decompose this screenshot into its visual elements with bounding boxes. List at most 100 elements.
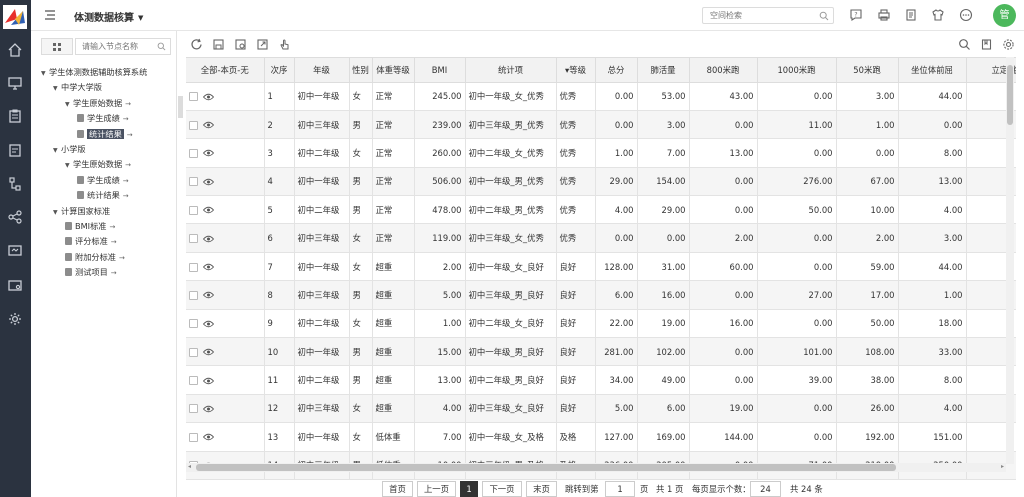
last-page-button[interactable]: 末页: [526, 481, 557, 497]
tree-node[interactable]: BMI标准 →: [65, 220, 115, 233]
search-icon[interactable]: [958, 38, 971, 51]
table-row[interactable]: 4 初中一年级男正常 506.00 初中一年级_男_优秀 优秀 29.00 154.00 0.…: [186, 167, 1016, 197]
tree-node[interactable]: ▼ 学生原始数据 →: [65, 97, 131, 110]
horizontal-scrollbar[interactable]: ◂ ▸: [186, 463, 1006, 472]
column-header[interactable]: 肺活量: [637, 58, 690, 83]
expand-arrow-icon[interactable]: ▼: [53, 144, 61, 157]
row-checkbox[interactable]: [189, 205, 198, 215]
tree-node[interactable]: ▼ 中学大学版: [53, 81, 102, 94]
column-header[interactable]: 总分: [595, 58, 638, 83]
open-arrow-icon[interactable]: →: [123, 192, 129, 200]
bookmark-icon[interactable]: [980, 38, 993, 51]
tree-node[interactable]: 测试项目 →: [65, 266, 117, 279]
card-icon[interactable]: [7, 277, 23, 293]
row-checkbox[interactable]: [189, 148, 198, 158]
table-row[interactable]: 10 初中一年级男超重 15.00 初中一年级_男_良好 良好 281.00 102.00 0…: [186, 337, 1016, 367]
expand-arrow-icon[interactable]: ▼: [53, 206, 61, 219]
eye-icon[interactable]: [203, 291, 214, 299]
column-header[interactable]: 50米跑: [836, 58, 899, 83]
row-checkbox[interactable]: [189, 376, 198, 386]
user-avatar[interactable]: 管: [993, 4, 1016, 27]
column-header[interactable]: ▾等级: [556, 58, 596, 83]
eye-icon[interactable]: [203, 263, 214, 271]
tree-node[interactable]: 统计结果 →: [77, 128, 133, 141]
save-icon[interactable]: [212, 38, 225, 51]
table-row[interactable]: 2 初中三年级男正常 239.00 初中三年级_男_优秀 优秀 0.00 3.00 0.00 1…: [186, 110, 1016, 140]
eye-icon[interactable]: [203, 206, 214, 214]
tree-node[interactable]: ▼ 学生原始数据 →: [65, 158, 131, 171]
table-row[interactable]: 3 初中二年级女正常 260.00 初中二年级_女_优秀 优秀 1.00 7.00 13.00…: [186, 138, 1016, 168]
tree-node[interactable]: 学生成绩 →: [77, 174, 129, 187]
column-header[interactable]: 800米跑: [689, 58, 758, 83]
tree-node[interactable]: 统计结果 →: [77, 189, 129, 202]
table-row[interactable]: 12 初中三年级女超重 4.00 初中三年级_女_良好 良好 5.00 6.00 19.00 0…: [186, 394, 1016, 424]
more-icon[interactable]: [959, 8, 973, 22]
table-row[interactable]: 13 初中一年级女低体重 7.00 初中一年级_女_及格 及格 127.00 169.00 1…: [186, 422, 1016, 452]
eye-icon[interactable]: [203, 235, 214, 243]
vertical-scroll-thumb[interactable]: [1007, 65, 1013, 125]
org-chart-icon[interactable]: [7, 176, 23, 192]
horizontal-scroll-thumb[interactable]: [196, 464, 896, 471]
column-header[interactable]: 1000米跑: [757, 58, 837, 83]
refresh-icon[interactable]: [190, 38, 203, 51]
column-header[interactable]: 次序: [264, 58, 295, 83]
eye-icon[interactable]: [203, 93, 214, 101]
clipboard-icon[interactable]: [7, 108, 23, 124]
row-checkbox[interactable]: [189, 120, 198, 130]
row-checkbox[interactable]: [189, 92, 198, 102]
row-checkbox[interactable]: [189, 262, 198, 272]
expand-arrow-icon[interactable]: ▼: [65, 159, 73, 172]
hand-pointer-icon[interactable]: [278, 38, 291, 51]
row-checkbox[interactable]: [189, 177, 198, 187]
home-icon[interactable]: [7, 42, 23, 58]
menu-toggle-icon[interactable]: [43, 8, 57, 22]
search-icon[interactable]: [157, 42, 166, 51]
row-checkbox[interactable]: [189, 234, 198, 244]
row-checkbox[interactable]: [189, 432, 198, 442]
table-row[interactable]: 11 初中二年级男超重 13.00 初中二年级_男_良好 良好 34.00 49.00 0.0…: [186, 365, 1016, 395]
tree-node[interactable]: 评分标准 →: [65, 235, 117, 248]
export-icon[interactable]: [256, 38, 269, 51]
gear-icon[interactable]: [1002, 38, 1015, 51]
open-arrow-icon[interactable]: →: [109, 223, 115, 231]
open-arrow-icon[interactable]: →: [125, 161, 131, 169]
column-header[interactable]: BMI: [414, 58, 466, 83]
prev-page-button[interactable]: 上一页: [417, 481, 456, 497]
open-arrow-icon[interactable]: →: [111, 238, 117, 246]
scroll-right-icon[interactable]: ▸: [1001, 463, 1004, 470]
expand-arrow-icon[interactable]: ▼: [65, 98, 73, 111]
current-page-button[interactable]: 1: [460, 481, 478, 497]
printer-icon[interactable]: [877, 8, 891, 22]
scroll-left-icon[interactable]: ◂: [188, 463, 191, 470]
next-page-button[interactable]: 下一页: [482, 481, 522, 497]
table-row[interactable]: 5 初中二年级男正常 478.00 初中二年级_男_优秀 优秀 4.00 29.00 0.00…: [186, 195, 1016, 225]
eye-icon[interactable]: [203, 433, 214, 441]
eye-icon[interactable]: [203, 121, 214, 129]
calculate-icon[interactable]: [234, 38, 247, 51]
open-arrow-icon[interactable]: →: [123, 115, 129, 123]
tree-node[interactable]: ▼ 小学版: [53, 143, 86, 156]
eye-icon[interactable]: [203, 348, 214, 356]
eye-icon[interactable]: [203, 377, 214, 385]
open-arrow-icon[interactable]: →: [127, 131, 133, 139]
table-row[interactable]: 7 初中一年级女超重 2.00 初中一年级_女_良好 良好 128.00 31.00 60.0…: [186, 252, 1016, 282]
tree-node[interactable]: 附加分标准 →: [65, 251, 125, 264]
eye-icon[interactable]: [203, 405, 214, 413]
open-arrow-icon[interactable]: →: [111, 269, 117, 277]
page-size-input[interactable]: [750, 481, 781, 497]
grid-view-button[interactable]: [41, 38, 73, 55]
vertical-scrollbar[interactable]: [1006, 57, 1014, 464]
space-search-input[interactable]: [703, 8, 813, 23]
jump-page-input[interactable]: [605, 481, 635, 497]
table-row[interactable]: 6 初中三年级女正常 119.00 初中三年级_女_优秀 优秀 0.00 0.00 2.00 0…: [186, 223, 1016, 253]
eye-icon[interactable]: [203, 178, 214, 186]
first-page-button[interactable]: 首页: [382, 481, 413, 497]
eye-icon[interactable]: [203, 320, 214, 328]
monitor-icon[interactable]: [7, 75, 23, 91]
column-header[interactable]: 坐位体前屈: [898, 58, 967, 83]
search-icon[interactable]: [819, 11, 829, 21]
screen-icon[interactable]: [7, 243, 23, 259]
node-search-input[interactable]: [76, 39, 154, 54]
select-all-header[interactable]: 全部-本页-无: [186, 58, 265, 83]
expand-arrow-icon[interactable]: ▼: [41, 67, 49, 80]
